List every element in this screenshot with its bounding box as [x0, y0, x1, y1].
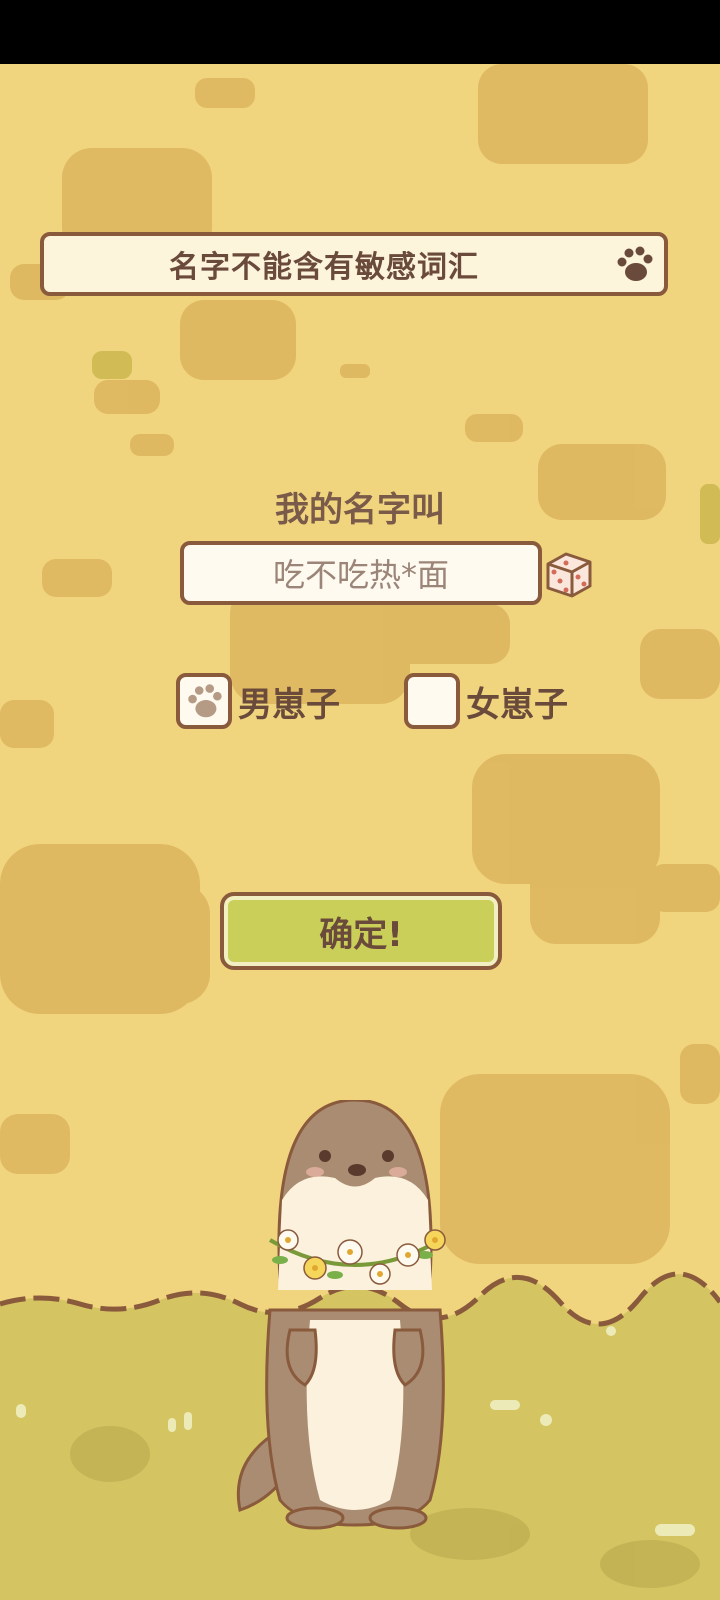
male-label: 男崽子 [238, 684, 340, 725]
notice-banner: 名字不能含有敏感词汇 [40, 232, 668, 296]
status-bar [0, 0, 720, 64]
paw-check-icon [188, 684, 222, 718]
name-input[interactable] [180, 541, 542, 605]
paw-icon[interactable] [612, 242, 656, 286]
notice-text: 名字不能含有敏感词汇 [169, 250, 479, 285]
male-checkbox[interactable] [176, 673, 232, 729]
dice-icon[interactable] [542, 546, 598, 602]
otter-character [236, 1100, 446, 1530]
female-label: 女崽子 [466, 684, 568, 725]
gender-option-male[interactable]: 男崽子 [176, 670, 340, 732]
female-checkbox[interactable] [404, 673, 460, 729]
confirm-button[interactable]: 确定! [220, 892, 502, 970]
gender-option-female[interactable]: 女崽子 [404, 670, 568, 732]
name-prompt: 我的名字叫 [275, 490, 445, 530]
